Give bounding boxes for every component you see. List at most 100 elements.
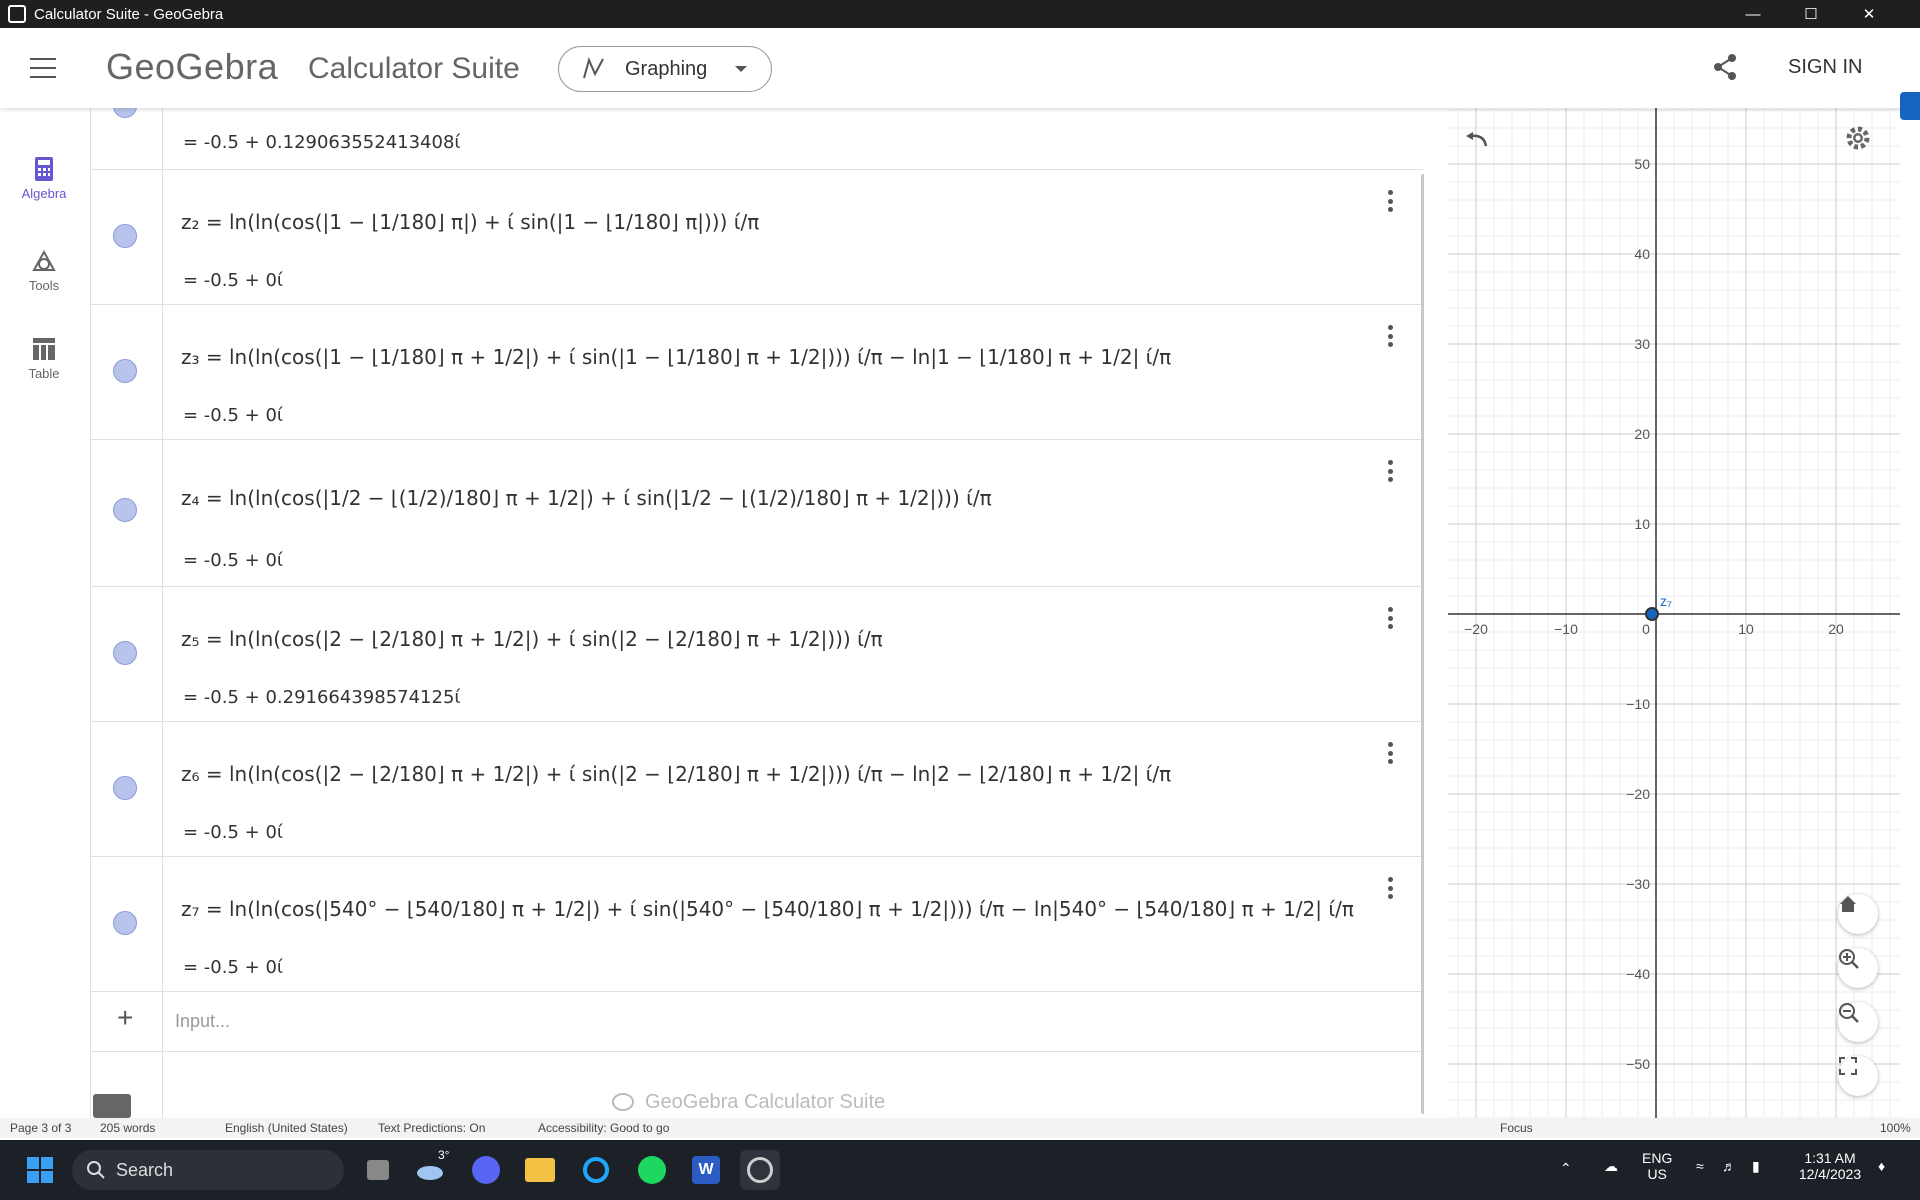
status-language: English (United States) <box>225 1121 348 1135</box>
notification-bell-icon[interactable]: ♦ <box>1878 1158 1885 1174</box>
more-options-icon[interactable] <box>1387 742 1393 764</box>
algebra-row-z2[interactable]: z₂ = ln(ln(cos(|1 − ⌊1/180⌋ π|) + ί sin(… <box>91 170 1424 305</box>
formula-z6[interactable]: z₆ = ln(ln(cos(|2 − ⌊2/180⌋ π + 1/2|) + … <box>181 762 1171 786</box>
geogebra-logo[interactable]: GeoGebra <box>106 46 278 88</box>
visibility-toggle[interactable] <box>113 776 137 800</box>
app-geogebra[interactable] <box>740 1150 780 1190</box>
coordinate-grid[interactable]: −20 −10 0 10 20 50 40 30 20 10 −10 −20 −30 −40 −50 z₇ <box>1448 108 1900 1120</box>
chevron-down-icon <box>735 66 748 72</box>
y-tick-label: 10 <box>1634 516 1650 532</box>
y-tick-label: −10 <box>1626 696 1650 712</box>
onedrive-icon[interactable]: ☁ <box>1604 1158 1618 1175</box>
visibility-toggle[interactable] <box>113 224 137 248</box>
task-view-button[interactable] <box>358 1150 398 1190</box>
suite-title: Calculator Suite <box>308 52 520 85</box>
visibility-toggle[interactable] <box>113 641 137 665</box>
formula-z4[interactable]: z₄ = ln(ln(cos(|1/2 − ⌊(1/2)/180⌋ π + 1/… <box>181 486 992 510</box>
y-tick-label: −20 <box>1626 786 1650 802</box>
rail-item-algebra[interactable]: Algebra <box>0 156 88 201</box>
share-icon[interactable] <box>1710 52 1740 82</box>
fullscreen-button[interactable] <box>1838 1056 1878 1096</box>
undo-button[interactable] <box>1464 132 1504 172</box>
more-options-icon[interactable] <box>1387 877 1393 899</box>
algebra-row-z5[interactable]: z₅ = ln(ln(cos(|2 − ⌊2/180⌋ π + 1/2|) + … <box>91 587 1424 722</box>
weather-widget[interactable]: 3° <box>410 1148 450 1190</box>
visibility-toggle[interactable] <box>113 911 137 935</box>
undo-icon <box>1466 132 1488 147</box>
rail-item-table[interactable]: Table <box>0 336 88 381</box>
menu-icon[interactable] <box>30 58 56 78</box>
clock-time: 1:31 AM <box>1804 1150 1856 1166</box>
formula-z3[interactable]: z₃ = ln(ln(cos(|1 − ⌊1/180⌋ π + 1/2|) + … <box>181 345 1171 369</box>
app-picker-dropdown[interactable]: Graphing <box>558 46 772 92</box>
y-tick-label: 40 <box>1634 246 1650 262</box>
signin-button[interactable]: SIGN IN <box>1788 56 1862 79</box>
more-options-icon[interactable] <box>1387 190 1393 212</box>
maximize-button[interactable]: ☐ <box>1788 0 1834 28</box>
algebra-row-z1[interactable]: = -0.5 + 0.129063552413408ί <box>91 108 1424 170</box>
result-z3: = -0.5 + 0ί <box>183 405 283 426</box>
formula-z2[interactable]: z₂ = ln(ln(cos(|1 − ⌊1/180⌋ π|) + ί sin(… <box>181 210 759 234</box>
visibility-toggle[interactable] <box>113 359 137 383</box>
formula-z5[interactable]: z₅ = ln(ln(cos(|2 − ⌊2/180⌋ π + 1/2|) + … <box>181 627 883 651</box>
algebra-input[interactable]: Input... <box>175 1011 230 1032</box>
app-spotify[interactable] <box>632 1150 672 1190</box>
keyboard-icon[interactable] <box>93 1094 131 1118</box>
algebra-input-row[interactable]: + Input... <box>91 992 1424 1052</box>
algebra-scrollbar[interactable] <box>1421 174 1424 1114</box>
algebra-row-z7[interactable]: z₇ = ln(ln(cos(|540° − ⌊540/180⌋ π + 1/2… <box>91 857 1424 992</box>
visibility-toggle[interactable] <box>113 108 137 118</box>
language-indicator[interactable]: ENG US <box>1642 1150 1672 1182</box>
background-window-edge <box>1900 92 1920 120</box>
x-tick-label: 10 <box>1738 621 1754 637</box>
taskbar-search[interactable]: Search <box>72 1150 344 1190</box>
settings-button[interactable] <box>1844 124 1884 164</box>
algebra-row-z4[interactable]: z₄ = ln(ln(cos(|1/2 − ⌊(1/2)/180⌋ π + 1/… <box>91 440 1424 587</box>
windows-icon <box>27 1157 53 1183</box>
algebra-row-z3[interactable]: z₃ = ln(ln(cos(|1 − ⌊1/180⌋ π + 1/2|) + … <box>91 305 1424 440</box>
point-z7[interactable] <box>1645 607 1659 621</box>
clock-date: 12/4/2023 <box>1798 1166 1862 1182</box>
more-options-icon[interactable] <box>1387 325 1393 347</box>
spotify-icon <box>638 1156 666 1184</box>
start-button[interactable] <box>20 1150 60 1190</box>
y-tick-label: −50 <box>1626 1056 1650 1072</box>
tray-chevron-icon[interactable]: ⌃ <box>1560 1160 1572 1177</box>
graphics-view[interactable]: −20 −10 0 10 20 50 40 30 20 10 −10 −20 −30 −40 −50 z₇ <box>1448 108 1900 1120</box>
more-options-icon[interactable] <box>1387 607 1393 629</box>
status-focus: Focus <box>1500 1121 1533 1135</box>
clock[interactable]: 1:31 AM 12/4/2023 <box>1790 1150 1870 1182</box>
algebra-row-z6[interactable]: z₆ = ln(ln(cos(|2 − ⌊2/180⌋ π + 1/2|) + … <box>91 722 1424 857</box>
status-page: Page 3 of 3 <box>10 1121 72 1135</box>
zoom-in-button[interactable] <box>1838 948 1878 988</box>
app-chat[interactable] <box>466 1150 506 1190</box>
home-button[interactable] <box>1838 894 1878 934</box>
more-options-icon[interactable] <box>1387 460 1393 482</box>
formula-z7[interactable]: z₇ = ln(ln(cos(|540° − ⌊540/180⌋ π + 1/2… <box>181 897 1354 921</box>
volume-icon[interactable]: ♬ <box>1722 1158 1736 1174</box>
rail-item-tools[interactable]: Tools <box>0 248 88 293</box>
zoom-out-button[interactable] <box>1838 1002 1878 1042</box>
x-tick-label: −20 <box>1464 621 1488 637</box>
app-explorer[interactable] <box>520 1150 560 1190</box>
app-word[interactable]: W <box>686 1150 726 1190</box>
visibility-toggle[interactable] <box>113 498 137 522</box>
result-z4: = -0.5 + 0ί <box>183 550 283 571</box>
minimize-button[interactable]: — <box>1730 0 1776 28</box>
chat-icon <box>472 1156 500 1184</box>
app-header: GeoGebra Calculator Suite Graphing SIGN … <box>0 28 1920 120</box>
calculator-icon <box>35 157 53 181</box>
battery-icon[interactable]: ▮ <box>1752 1158 1760 1175</box>
folder-icon <box>525 1158 555 1182</box>
wifi-icon[interactable]: ≈ <box>1696 1158 1704 1174</box>
window-titlebar: Calculator Suite - GeoGebra — ☐ ✕ <box>0 0 1920 28</box>
window-title: Calculator Suite - GeoGebra <box>34 5 224 23</box>
geogebra-taskbar-icon <box>747 1157 773 1183</box>
result-z5: = -0.5 + 0.291664398574125ί <box>183 687 461 708</box>
point-label: z₇ <box>1660 593 1672 609</box>
add-icon[interactable]: + <box>117 1002 133 1034</box>
app-cortana[interactable] <box>576 1150 616 1190</box>
geogebra-logo-icon <box>612 1093 634 1111</box>
result-z7: = -0.5 + 0ί <box>183 957 283 978</box>
close-button[interactable]: ✕ <box>1846 0 1892 28</box>
